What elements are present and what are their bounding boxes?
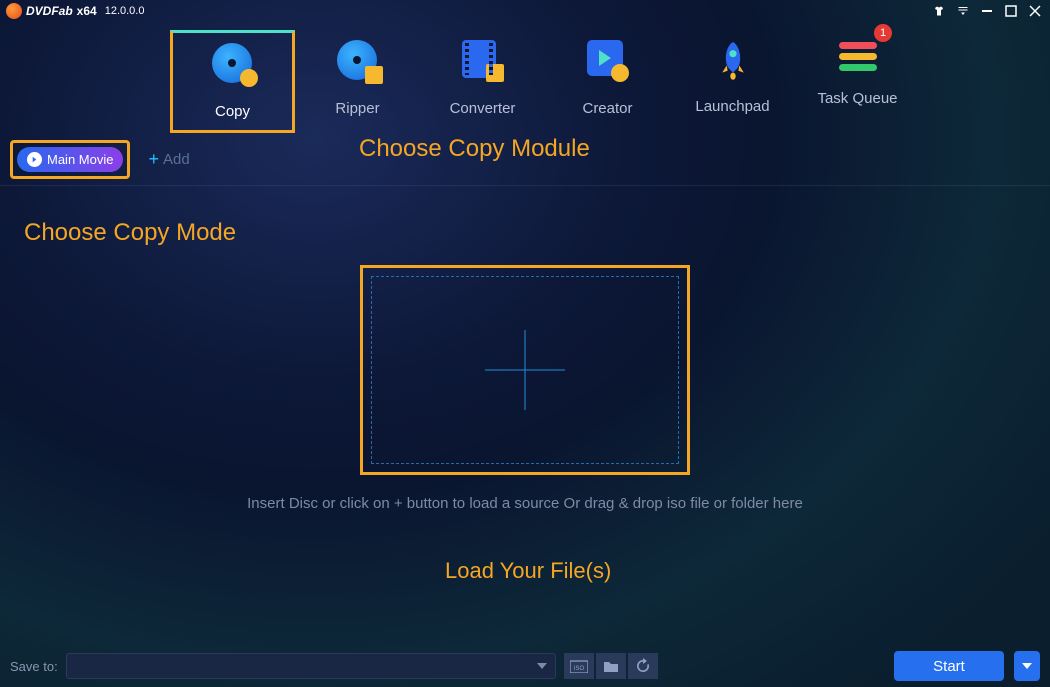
module-ripper[interactable]: Ripper [295,30,420,133]
refresh-button[interactable] [628,653,658,679]
annotation-load: Load Your File(s) [445,558,611,584]
shirt-icon[interactable] [932,4,946,18]
mode-label: Main Movie [47,152,113,167]
module-label: Creator [582,100,632,117]
close-button[interactable] [1028,4,1042,18]
play-icon [587,40,623,76]
menu-dropdown-icon[interactable] [956,4,970,18]
brand-arch: x64 [77,4,97,18]
dropzone-highlight [360,265,690,475]
save-to-dropdown[interactable] [66,653,556,679]
rocket-icon [715,40,751,80]
film-icon [462,40,496,78]
module-label: Launchpad [695,98,769,115]
minimize-button[interactable] [980,4,994,18]
file-dropzone[interactable] [371,276,679,464]
add-source-button[interactable]: + Add [148,149,189,170]
module-task-queue[interactable]: 1 Task Queue [795,30,920,133]
module-toolbar: Copy Ripper Converter Creator Launchpad … [0,20,1050,138]
dropzone-hint: Insert Disc or click on + button to load… [0,495,1050,512]
disc-sub-icon [611,64,629,82]
module-label: Converter [450,100,516,117]
copy-mode-selector[interactable]: Main Movie [10,140,130,179]
queue-badge: 1 [874,24,892,42]
brand-name: DVDFab [26,4,73,18]
queue-icon [839,40,877,72]
plus-icon: + [148,149,159,170]
iso-button[interactable]: ISO [564,653,594,679]
disc-icon [212,43,252,83]
arrow-right-circle-icon [27,152,42,167]
start-button[interactable]: Start [894,651,1004,681]
module-creator[interactable]: Creator [545,30,670,133]
disc-icon [337,40,377,80]
disc-sub-icon [240,69,258,87]
app-brand: DVDFab x64 12.0.0.0 [6,3,144,19]
module-converter[interactable]: Converter [420,30,545,133]
chevron-down-icon [537,663,547,669]
folder-button[interactable] [596,653,626,679]
annotation-mode: Choose Copy Mode [24,219,236,247]
module-launchpad[interactable]: Launchpad [670,30,795,133]
brand-version: 12.0.0.0 [105,5,145,17]
module-copy[interactable]: Copy [170,30,295,133]
start-dropdown[interactable] [1014,651,1040,681]
module-label: Task Queue [817,90,897,107]
film-sub-icon [486,64,504,82]
maximize-button[interactable] [1004,4,1018,18]
add-label: Add [163,151,190,168]
save-to-label: Save to: [10,659,58,674]
chevron-down-icon [1022,663,1032,669]
app-logo-icon [6,3,22,19]
start-label: Start [933,658,965,675]
plus-large-icon [485,330,565,410]
module-label: Ripper [335,100,379,117]
film-sub-icon [365,66,383,84]
svg-text:ISO: ISO [574,666,585,672]
annotation-module: Choose Copy Module [359,135,590,163]
module-label: Copy [215,103,250,120]
